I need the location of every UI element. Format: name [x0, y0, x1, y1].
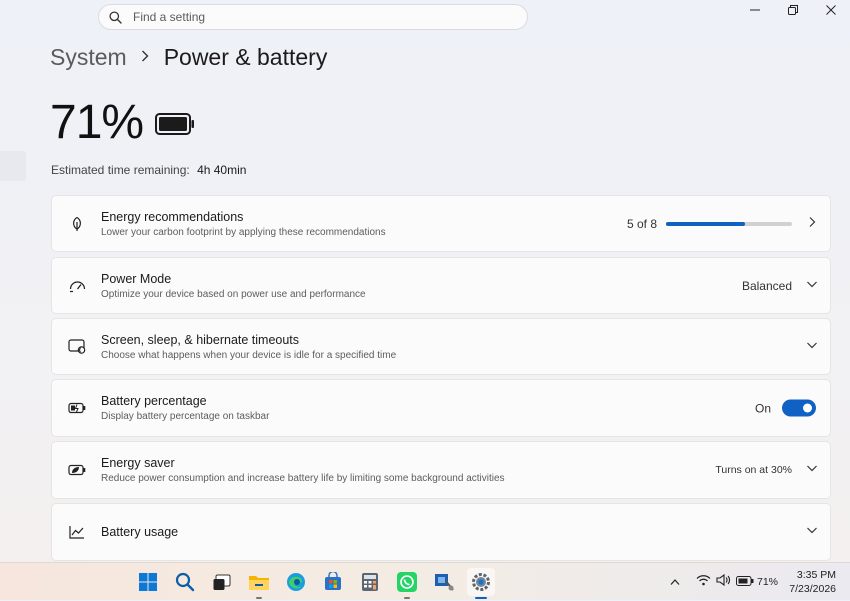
card-title: Battery usage — [101, 525, 179, 539]
battery-icon — [155, 113, 194, 135]
estimated-time: Estimated time remaining: 4h 40min — [51, 163, 246, 177]
search-icon — [109, 10, 122, 24]
start-icon[interactable] — [134, 568, 162, 596]
nav-pane-edge[interactable] — [0, 151, 26, 181]
settings-window: System Power & battery 71% Estimated tim… — [0, 0, 850, 562]
toggle-state-label: On — [754, 401, 771, 415]
restore-icon — [788, 5, 798, 15]
energy-saver-card[interactable]: Energy saver Reduce power consumption an… — [51, 441, 831, 499]
power-mode-gauge-icon — [68, 277, 86, 295]
card-subtitle: Lower your carbon footprint by applying … — [101, 226, 386, 238]
breadcrumb-system-link[interactable]: System — [50, 44, 127, 71]
calculator-icon[interactable] — [356, 568, 384, 596]
battery-percent: 71% — [50, 96, 144, 149]
file-explorer-icon[interactable] — [245, 568, 273, 599]
wifi-icon[interactable] — [696, 573, 711, 591]
store-icon[interactable] — [319, 568, 347, 596]
chevron-down-icon[interactable] — [806, 523, 818, 541]
energy-saver-threshold: Turns on at 30% — [715, 464, 792, 476]
chart-icon — [68, 523, 86, 541]
power-mode-dropdown-value[interactable]: Balanced — [742, 279, 792, 293]
window-controls — [736, 0, 850, 20]
card-title: Energy recommendations — [101, 209, 244, 224]
whatsapp-icon[interactable] — [393, 568, 421, 599]
power-mode-card[interactable]: Power Mode Optimize your device based on… — [51, 257, 831, 314]
tray-battery-percent[interactable]: 71% — [757, 576, 778, 588]
screen-sleep-timeouts-card[interactable]: Screen, sleep, & hibernate timeouts Choo… — [51, 318, 831, 375]
close-icon — [826, 5, 836, 15]
chevron-up-icon[interactable] — [670, 573, 680, 591]
snipping-tool-icon[interactable] — [430, 568, 458, 596]
chevron-down-icon[interactable] — [806, 461, 818, 479]
running-indicator — [404, 597, 410, 599]
card-title: Power Mode — [101, 271, 172, 286]
settings-icon[interactable] — [467, 568, 495, 599]
battery-usage-card[interactable]: Battery usage — [51, 503, 831, 561]
card-title: Screen, sleep, & hibernate timeouts — [101, 332, 300, 347]
leaf-icon — [68, 215, 86, 233]
chevron-down-icon[interactable] — [806, 277, 818, 295]
energy-saver-icon — [68, 461, 86, 479]
clock-date: 7/23/2026 — [789, 583, 836, 595]
card-subtitle: Reduce power consumption and increase ba… — [101, 473, 505, 484]
progress-fill — [666, 221, 745, 226]
search-icon[interactable] — [171, 568, 199, 596]
estimate-label: Estimated time remaining: — [51, 163, 190, 177]
volume-icon[interactable] — [716, 573, 731, 591]
system-tray: 71% — [670, 563, 778, 601]
screen-sleep-icon — [68, 338, 86, 356]
page-title: Power & battery — [163, 44, 328, 70]
card-subtitle: Optimize your device based on power use … — [101, 288, 366, 300]
battery-percentage-card: Battery percentage Display battery perce… — [51, 379, 831, 437]
active-indicator — [475, 597, 487, 599]
task-view-icon[interactable] — [208, 568, 236, 596]
battery-charging-icon — [68, 399, 86, 417]
estimate-value: 4h 40min — [197, 163, 247, 177]
breadcrumb: System Power & battery — [50, 44, 327, 71]
search-box[interactable] — [98, 4, 528, 30]
card-subtitle: Display battery percentage on taskbar — [101, 411, 270, 422]
battery-percentage-toggle[interactable] — [782, 399, 816, 417]
progress-count: 5 of 8 — [626, 216, 657, 231]
edge-icon[interactable] — [282, 568, 310, 596]
minimize-icon — [750, 9, 760, 11]
clock[interactable]: 3:35 PM 7/23/2026 — [789, 568, 836, 596]
minimize-button[interactable] — [736, 0, 774, 20]
card-title: Energy saver — [101, 456, 175, 470]
taskbar-apps — [134, 568, 504, 599]
card-title: Battery percentage — [101, 394, 207, 408]
chevron-right-icon — [806, 215, 818, 233]
search-input[interactable] — [131, 9, 495, 25]
taskbar: 71% 3:35 PM 7/23/2026 — [0, 562, 850, 600]
energy-recommendations-card[interactable]: Energy recommendations Lower your carbon… — [51, 195, 831, 252]
clock-time: 3:35 PM — [796, 569, 836, 581]
restore-button[interactable] — [774, 0, 812, 20]
recommendations-progress-bar — [666, 221, 792, 226]
chevron-right-icon — [141, 49, 149, 67]
tray-battery-icon[interactable] — [736, 573, 754, 591]
running-indicator — [256, 597, 262, 599]
card-subtitle: Choose what happens when your device is … — [101, 349, 397, 361]
chevron-down-icon[interactable] — [806, 338, 818, 356]
close-button[interactable] — [812, 0, 850, 20]
